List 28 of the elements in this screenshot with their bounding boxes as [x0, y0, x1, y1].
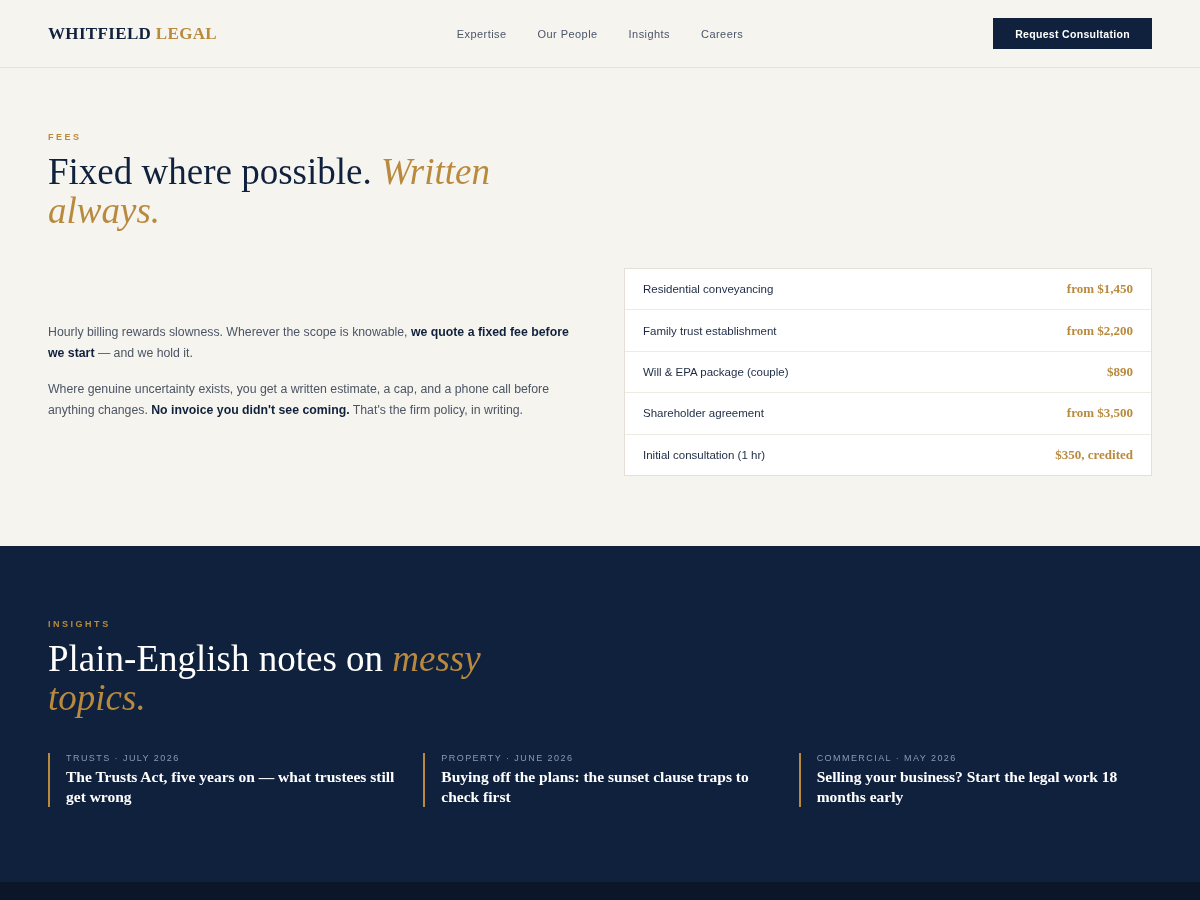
- fee-price: $890: [1107, 363, 1133, 380]
- section-eyebrow: INSIGHTS: [48, 619, 111, 629]
- request-consultation-button[interactable]: Request Consultation: [993, 18, 1152, 49]
- fee-price: $350, credited: [1055, 446, 1133, 463]
- fee-service: Initial consultation (1 hr): [643, 448, 766, 461]
- body-paragraph: Where genuine uncertainty exists, you get a written estimate, a cap, and a phone call before anything changes. No invoice you didn't see coming. That's the firm policy, in writing.: [48, 381, 551, 420]
- fee-price: from $1,450: [1066, 281, 1133, 298]
- fee-price: from $2,200: [1066, 322, 1133, 339]
- article-meta: TRUSTS · JULY 2026: [66, 753, 181, 763]
- article-meta: COMMERCIAL · MAY 2026: [816, 753, 958, 763]
- article-title-link[interactable]: Selling your business? Start the legal work 18 months early: [816, 767, 1152, 807]
- fee-service: Residential conveyancing: [643, 283, 774, 296]
- section-eyebrow: FEES: [48, 132, 82, 142]
- nav-link[interactable]: Careers: [701, 27, 744, 40]
- fee-price: from $3,500: [1066, 405, 1133, 422]
- article-meta: PROPERTY · JUNE 2026: [441, 753, 575, 763]
- nav-link[interactable]: Insights: [628, 27, 671, 40]
- section-heading: Fixed where possible. Written always.: [48, 152, 491, 230]
- fee-service: Shareholder agreement: [643, 407, 764, 420]
- brand-logo[interactable]: WHITFIELD LEGAL: [48, 23, 217, 44]
- article-title-link[interactable]: Buying off the plans: the sunset clause traps to check first: [441, 767, 777, 807]
- body-paragraph: Hourly billing rewards slowness. Wherever the scope is knowable, we quote a fixed fee before we start — and we hold it.: [48, 324, 570, 363]
- article-title-link[interactable]: The Trusts Act, five years on — what trustees still get wrong: [66, 767, 402, 807]
- fee-service: Will & EPA package (couple): [643, 365, 789, 378]
- section-heading: Plain-English notes on messy topics.: [48, 639, 482, 717]
- nav-link[interactable]: Expertise: [456, 27, 507, 40]
- nav-link[interactable]: Our People: [537, 27, 598, 40]
- fee-service: Family trust establishment: [643, 324, 777, 337]
